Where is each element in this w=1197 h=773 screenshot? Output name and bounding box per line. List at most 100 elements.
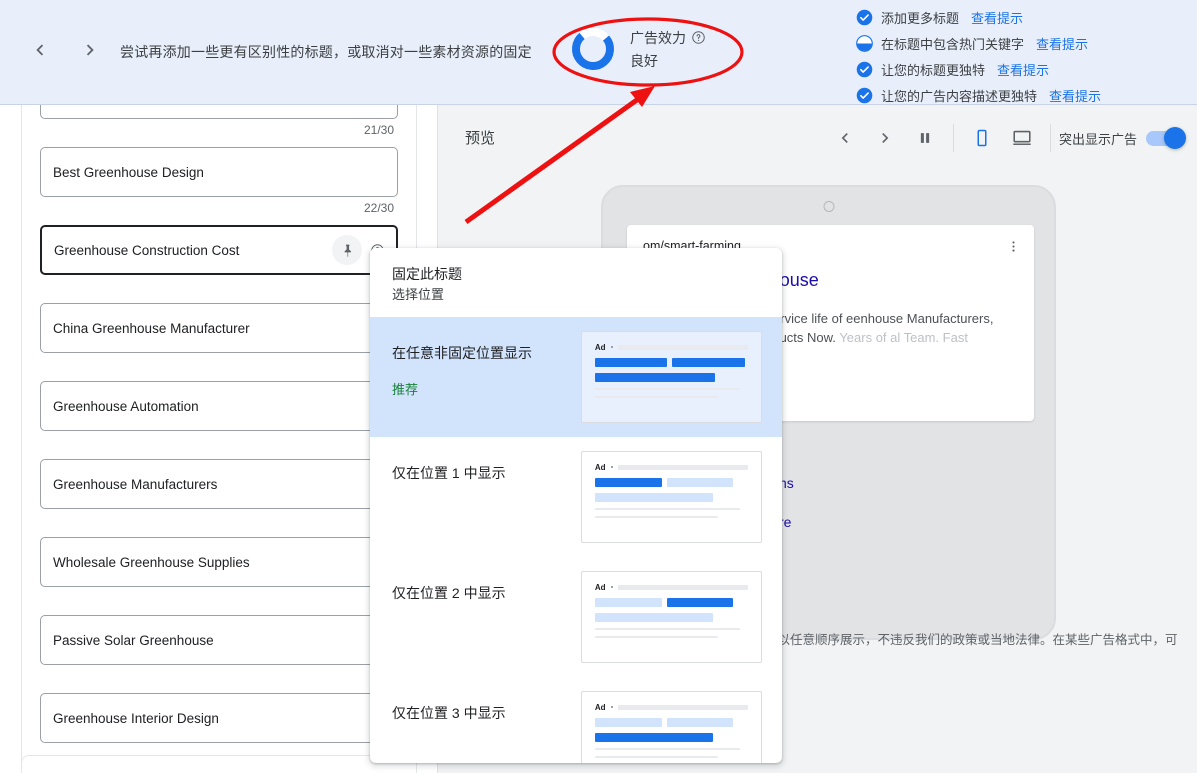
preview-mobile-button[interactable] bbox=[962, 122, 1002, 154]
headline-counter: 21/ bbox=[40, 431, 398, 449]
thumb-desc-line bbox=[594, 755, 718, 758]
pin-option-position-1[interactable]: 仅在位置 1 中显示 Ad bbox=[370, 437, 782, 557]
thumb-headline-block bbox=[671, 357, 745, 367]
ad-strength-label: 广告效力 bbox=[630, 29, 686, 46]
check-circle-icon bbox=[856, 87, 873, 104]
headline-value: Greenhouse Interior Design bbox=[53, 710, 219, 726]
headline-value: Wholesale Greenhouse Supplies bbox=[53, 554, 250, 570]
thumb-headline-block bbox=[594, 372, 715, 382]
mobile-icon bbox=[977, 129, 987, 147]
ad-options-button[interactable] bbox=[1006, 239, 1021, 259]
recommendation-label: 让您的标题更独特 bbox=[881, 63, 986, 78]
recommendation-item: 让您的标题更独特 查看提示 bbox=[856, 60, 1101, 79]
ad-strength-tip-text: 尝试再添加一些更有区别性的标题，或取消对一些素材资源的固定 bbox=[120, 44, 532, 60]
ad-strength-ring bbox=[570, 26, 616, 72]
headline-value: Greenhouse Construction Cost bbox=[54, 242, 240, 258]
thumb-headline-block-active bbox=[666, 597, 733, 607]
preview-pause-button[interactable] bbox=[905, 122, 945, 154]
thumb-headline-block-active bbox=[594, 732, 713, 742]
next-tip-button[interactable] bbox=[76, 36, 104, 64]
help-circle-icon[interactable] bbox=[691, 30, 706, 45]
thumb-headline-block bbox=[594, 492, 713, 502]
camera-dot-icon bbox=[823, 201, 834, 212]
headline-input-8[interactable]: Greenhouse Interior Design bbox=[40, 693, 398, 743]
thumb-url-bar bbox=[617, 464, 748, 470]
recommendation-label: 让您的广告内容描述更独特 bbox=[881, 89, 1038, 104]
view-tips-link[interactable]: 查看提示 bbox=[1036, 34, 1088, 53]
thumb-desc-line bbox=[594, 627, 740, 630]
recommendation-label: 添加更多标题 bbox=[881, 11, 960, 26]
view-tips-link[interactable]: 查看提示 bbox=[971, 8, 1023, 27]
thumb-dot-icon bbox=[610, 466, 613, 468]
headline-input-3[interactable]: China Greenhouse Manufacturer bbox=[40, 303, 398, 353]
headline-counter: 29/ bbox=[40, 587, 398, 605]
ad-strength-indicator[interactable]: 广告效力 良好 bbox=[570, 26, 706, 72]
pin-option-any-position[interactable]: 在任意非固定位置显示 推荐 Ad bbox=[370, 316, 782, 437]
view-tips-link[interactable]: 查看提示 bbox=[997, 60, 1049, 79]
highlight-ads-toggle[interactable] bbox=[1146, 126, 1186, 149]
recommendation-list: 添加更多标题 查看提示 在标题中包含热门关键字 查看提示 让您的标题更独特 查看… bbox=[856, 8, 1101, 105]
highlight-ads-label: 突出显示广告 bbox=[1058, 131, 1137, 147]
headline-input-5[interactable]: Greenhouse Manufacturers bbox=[40, 459, 398, 509]
thumb-dot-icon bbox=[610, 706, 613, 708]
thumb-desc-line bbox=[594, 387, 740, 390]
headline-input-6[interactable]: Wholesale Greenhouse Supplies bbox=[40, 537, 398, 587]
thumb-ad-label: Ad bbox=[594, 702, 606, 712]
thumb-ad-label: Ad bbox=[594, 582, 606, 592]
thumb-desc-line bbox=[594, 395, 718, 398]
recommendation-item: 添加更多标题 查看提示 bbox=[856, 8, 1101, 27]
thumb-headline-block bbox=[594, 357, 667, 367]
preview-desktop-button[interactable] bbox=[1002, 122, 1042, 154]
check-circle-icon bbox=[856, 61, 873, 78]
thumb-desc-line bbox=[594, 507, 740, 510]
headline-input-2[interactable]: Greenhouse Construction Cost bbox=[40, 225, 398, 275]
chevron-right-icon bbox=[86, 44, 94, 56]
recommendation-item: 在标题中包含热门关键字 查看提示 bbox=[856, 34, 1101, 53]
toggle-knob bbox=[1164, 126, 1186, 149]
more-vert-icon bbox=[1012, 241, 1015, 252]
preview-next-button[interactable] bbox=[865, 122, 905, 154]
top-status-bar: 尝试再添加一些更有区别性的标题，或取消对一些素材资源的固定 广告效力 良好 添加… bbox=[0, 0, 1197, 105]
chevron-left-icon bbox=[36, 44, 44, 56]
pin-option-position-3[interactable]: 仅在位置 3 中显示 Ad bbox=[370, 677, 782, 763]
preview-toolbar: 预览 突出显示广告 bbox=[438, 105, 1197, 168]
descriptions-card bbox=[21, 755, 417, 773]
headline-input-4[interactable]: Greenhouse Automation bbox=[40, 381, 398, 431]
ad-strength-value: 良好 bbox=[630, 52, 658, 69]
toolbar-divider bbox=[952, 124, 954, 152]
pin-headline-button[interactable] bbox=[332, 235, 362, 265]
headline-input-1[interactable]: Best Greenhouse Design bbox=[40, 147, 398, 197]
pin-option-thumbnail: Ad bbox=[580, 570, 762, 663]
preview-title: 预览 bbox=[465, 130, 496, 147]
thumb-headline-block bbox=[666, 717, 733, 727]
check-circle-icon bbox=[856, 9, 873, 26]
thumb-headline-block bbox=[666, 477, 733, 487]
headline-value: Best Greenhouse Design bbox=[53, 164, 204, 180]
chevron-right-icon bbox=[882, 133, 889, 143]
headline-value: China Greenhouse Manufacturer bbox=[53, 320, 250, 336]
recommendation-item: 让您的广告内容描述更独特 查看提示 bbox=[856, 86, 1101, 105]
headline-value: Passive Solar Greenhouse bbox=[53, 632, 214, 648]
thumb-desc-line bbox=[594, 747, 740, 750]
pause-icon bbox=[920, 133, 930, 143]
pin-icon bbox=[344, 244, 351, 257]
thumb-desc-line bbox=[594, 635, 718, 638]
pin-option-position-2[interactable]: 仅在位置 2 中显示 Ad bbox=[370, 557, 782, 677]
headline-input-clipped[interactable] bbox=[40, 105, 398, 119]
pin-option-thumbnail: Ad bbox=[580, 690, 762, 763]
headline-input-7[interactable]: Passive Solar Greenhouse bbox=[40, 615, 398, 665]
headline-counter: 29/ bbox=[40, 353, 398, 371]
prev-tip-button[interactable] bbox=[26, 36, 54, 64]
chevron-left-icon bbox=[841, 133, 848, 143]
thumb-headline-block-active bbox=[594, 477, 662, 487]
headline-counter: 21/30 bbox=[363, 123, 394, 137]
pin-option-thumbnail: Ad bbox=[580, 450, 762, 543]
thumb-dot-icon bbox=[610, 586, 613, 588]
half-circle-icon bbox=[856, 35, 873, 52]
preview-prev-button[interactable] bbox=[825, 122, 865, 154]
carousel-nav bbox=[26, 36, 104, 64]
thumb-ad-label: Ad bbox=[594, 342, 606, 352]
headline-counter: 24/ bbox=[40, 665, 398, 683]
toolbar-divider bbox=[1049, 124, 1051, 152]
view-tips-link[interactable]: 查看提示 bbox=[1049, 86, 1101, 105]
